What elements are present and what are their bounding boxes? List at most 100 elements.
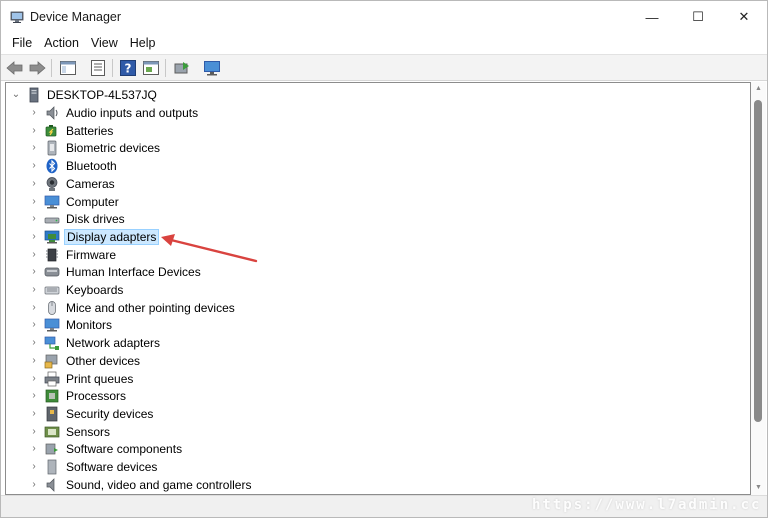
device-manager-app-icon [10, 11, 24, 23]
software-device-icon [47, 459, 57, 475]
monitor-icon [44, 319, 60, 332]
expand-chevron-icon[interactable]: › [28, 195, 40, 209]
properties-icon [91, 60, 105, 76]
tree-node[interactable]: › Processors [6, 387, 746, 405]
forward-button[interactable] [27, 58, 47, 78]
tree-node-label: Software devices [66, 460, 158, 474]
tree-node[interactable]: › Other devices [6, 352, 746, 370]
expand-chevron-icon[interactable]: › [28, 177, 40, 191]
expand-chevron-icon[interactable]: › [28, 354, 40, 368]
tree-node[interactable]: › Disk drives [6, 210, 746, 228]
tree-node[interactable]: › Software devices [6, 458, 746, 476]
tree-node[interactable]: › Computer [6, 193, 746, 211]
expand-chevron-icon[interactable]: › [28, 372, 40, 386]
tree-node[interactable]: › Sound, video and game controllers [6, 476, 746, 494]
expand-chevron-icon[interactable]: › [28, 478, 40, 492]
expand-chevron-icon[interactable]: › [28, 283, 40, 297]
help-icon: ? [120, 60, 136, 76]
action-pane-icon [143, 61, 159, 75]
tree-node-label: Cameras [66, 176, 115, 191]
menu-file[interactable]: File [6, 33, 38, 54]
tree-node[interactable]: › Display adapters [6, 228, 746, 246]
expand-chevron-icon[interactable]: › [28, 389, 40, 403]
watermark-text: https://www.l7admin.cc [532, 497, 762, 513]
expand-chevron-icon[interactable]: › [28, 407, 40, 421]
expand-chevron-icon[interactable]: › [28, 212, 40, 226]
menu-action[interactable]: Action [38, 33, 85, 54]
minimize-icon: — [645, 9, 659, 25]
scroll-down-arrow-icon[interactable]: ▼ [751, 481, 766, 495]
tree-node-label: Biometric devices [66, 141, 161, 156]
tree-node[interactable]: › Bluetooth [6, 157, 746, 175]
tree-node[interactable]: › Human Interface Devices [6, 263, 746, 281]
expand-chevron-icon[interactable]: › [28, 442, 40, 456]
tree-node[interactable]: › Biometric devices [6, 139, 746, 157]
bluetooth-icon [46, 158, 58, 174]
expand-chevron-icon[interactable]: › [28, 336, 40, 350]
collapse-icon[interactable]: ⌄ [10, 88, 22, 102]
tree-root-node[interactable]: ⌄ DESKTOP-4L537JQ [6, 86, 746, 104]
scan-for-hardware-button[interactable] [202, 58, 222, 78]
vertical-scrollbar[interactable]: ▲ ▼ [751, 82, 766, 495]
tree-node[interactable]: › Monitors [6, 316, 746, 334]
computer-icon [44, 195, 60, 208]
firmware-icon [46, 248, 58, 261]
menu-help[interactable]: Help [124, 33, 162, 54]
title-bar[interactable]: Device Manager — ☐ ✕ [1, 1, 767, 33]
action-pane-button[interactable] [141, 58, 161, 78]
monitor-scan-icon [204, 61, 220, 76]
tree-node-label: Monitors [66, 318, 113, 333]
battery-icon [45, 124, 57, 137]
show-hide-console-tree-icon [60, 61, 76, 75]
expand-chevron-icon[interactable]: › [28, 301, 40, 315]
tree-node-label: Keyboards [66, 283, 124, 297]
speaker-icon [46, 106, 58, 120]
tree-node-label: Sound, video and game controllers [66, 477, 252, 492]
tree-node[interactable]: › Software components [6, 440, 746, 458]
menu-bar: File Action View Help [1, 33, 767, 54]
back-button[interactable] [5, 58, 25, 78]
tree-node-label: Other devices [66, 353, 141, 368]
tree-node[interactable]: › Sensors [6, 423, 746, 441]
expand-chevron-icon[interactable]: › [28, 124, 40, 138]
computer-root-icon [29, 87, 39, 103]
expand-chevron-icon[interactable]: › [28, 460, 40, 474]
scroll-up-arrow-icon[interactable]: ▲ [751, 82, 766, 96]
tree-node[interactable]: › Audio inputs and outputs [6, 104, 746, 122]
device-tree[interactable]: ⌄ DESKTOP-4L537JQ › Audio inputs and outp… [5, 82, 751, 495]
show-hide-console-tree-button[interactable] [58, 58, 78, 78]
other-devices-icon [44, 354, 58, 369]
tree-node[interactable]: › Cameras [6, 175, 746, 193]
expand-chevron-icon[interactable]: › [28, 159, 40, 173]
expand-chevron-icon[interactable]: › [28, 230, 40, 244]
expand-chevron-icon[interactable]: › [28, 248, 40, 262]
update-driver-icon [174, 62, 189, 74]
tree-node[interactable]: › Mice and other pointing devices [6, 299, 746, 317]
tree-node[interactable]: › Network adapters [6, 334, 746, 352]
close-button[interactable]: ✕ [721, 1, 767, 33]
mouse-icon [48, 300, 56, 315]
expand-chevron-icon[interactable]: › [28, 265, 40, 279]
sensor-icon [44, 426, 60, 437]
menu-view[interactable]: View [85, 33, 124, 54]
tree-node[interactable]: › Batteries [6, 122, 746, 140]
help-button[interactable]: ? [118, 58, 138, 78]
update-driver-button[interactable] [172, 58, 192, 78]
tree-root-label: DESKTOP-4L537JQ [47, 88, 157, 102]
toolbar: ? [1, 54, 767, 81]
tree-node[interactable]: › Keyboards [6, 281, 746, 299]
expand-chevron-icon[interactable]: › [28, 318, 40, 332]
tree-node[interactable]: › Print queues [6, 370, 746, 388]
expand-chevron-icon[interactable]: › [28, 141, 40, 155]
scrollbar-thumb[interactable] [754, 100, 762, 422]
back-icon [6, 61, 23, 75]
properties-button[interactable] [88, 58, 108, 78]
expand-chevron-icon[interactable]: › [28, 425, 40, 439]
tree-node[interactable]: › Firmware [6, 246, 746, 264]
network-adapter-icon [44, 336, 59, 351]
tree-node[interactable]: › Security devices [6, 405, 746, 423]
expand-chevron-icon[interactable]: › [28, 106, 40, 120]
maximize-button[interactable]: ☐ [675, 1, 721, 33]
tree-node-label: Sensors [66, 424, 111, 439]
minimize-button[interactable]: — [629, 1, 675, 33]
